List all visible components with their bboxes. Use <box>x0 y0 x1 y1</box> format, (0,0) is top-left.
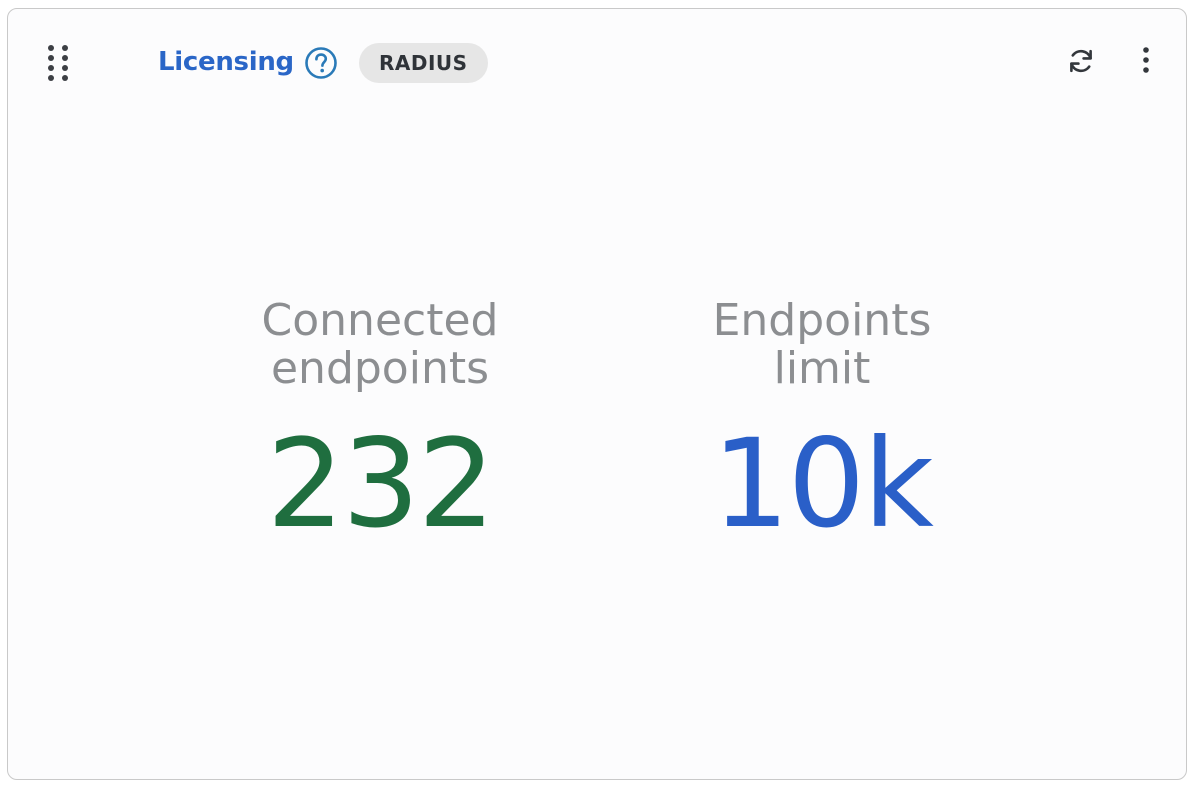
more-vertical-icon[interactable] <box>1132 45 1160 75</box>
widget-header: Licensing RADIUS <box>8 9 1186 117</box>
connected-endpoints-value: 232 <box>266 413 496 555</box>
drag-dot <box>48 65 54 71</box>
drag-dot <box>62 55 68 61</box>
connected-endpoints-label-line1: Connected <box>261 295 499 346</box>
connected-endpoints-label: Connected endpoints <box>220 297 540 393</box>
drag-dot <box>48 55 54 61</box>
drag-handle-icon[interactable] <box>48 45 74 81</box>
drag-dot <box>62 65 68 71</box>
refresh-icon[interactable] <box>1066 46 1096 76</box>
connected-endpoints-label-line2: endpoints <box>270 343 490 394</box>
drag-dot <box>48 75 54 81</box>
endpoints-limit-label: Endpoints limit <box>662 297 982 393</box>
help-circle-icon[interactable] <box>304 46 338 80</box>
endpoints-limit-label-line1: Endpoints <box>712 295 932 346</box>
endpoints-limit-metric: Endpoints limit 10k <box>662 297 982 555</box>
drag-dot <box>62 75 68 81</box>
endpoints-limit-label-line2: limit <box>773 343 871 394</box>
licensing-widget: Licensing RADIUS Connected endpoints 232 <box>7 8 1187 780</box>
radius-badge: RADIUS <box>359 43 488 83</box>
drag-dot <box>48 45 54 51</box>
drag-dot <box>62 45 68 51</box>
widget-title[interactable]: Licensing <box>158 45 294 79</box>
connected-endpoints-metric: Connected endpoints 232 <box>220 297 540 555</box>
endpoints-limit-value: 10k <box>712 413 934 555</box>
